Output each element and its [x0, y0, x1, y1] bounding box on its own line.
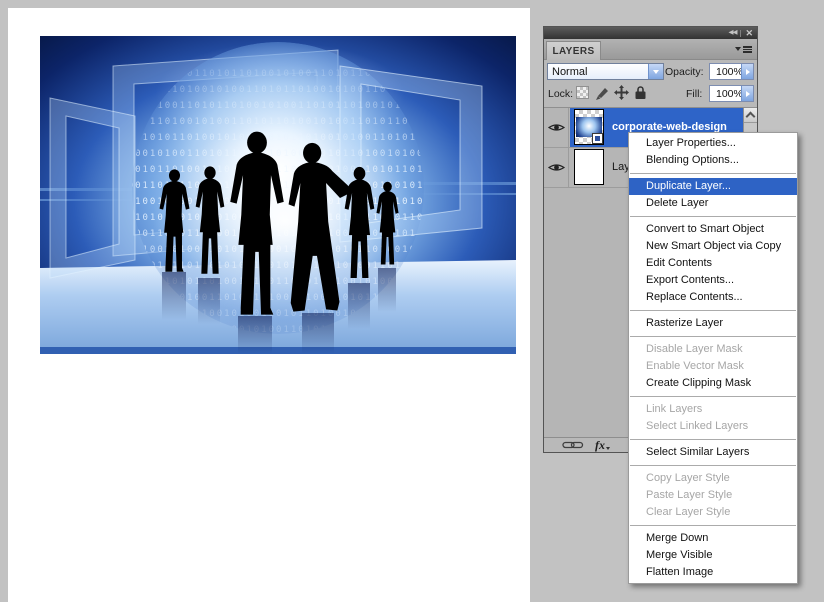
fill-value: 100%	[716, 88, 743, 100]
menu-item-merge-visible[interactable]: Merge Visible	[629, 547, 797, 564]
menu-item-create-clipping-mask[interactable]: Create Clipping Mask	[629, 375, 797, 392]
fill-label: Fill:	[686, 88, 702, 100]
menu-item-blending-options[interactable]: Blending Options...	[629, 152, 797, 169]
blend-mode-value: Normal	[552, 66, 587, 78]
menu-item-link-layers: Link Layers	[629, 401, 797, 418]
menu-item-copy-layer-style: Copy Layer Style	[629, 470, 797, 487]
menu-item-clear-layer-style: Clear Layer Style	[629, 504, 797, 521]
document-canvas-area: 1011010010100110101101001010011010110100…	[8, 8, 530, 602]
layer-thumbnail[interactable]	[574, 149, 604, 185]
menu-item-select-similar-layers[interactable]: Select Similar Layers	[629, 444, 797, 461]
menu-item-delete-layer[interactable]: Delete Layer	[629, 195, 797, 212]
lock-paint-brush-icon[interactable]	[595, 85, 610, 101]
panel-menu-icon[interactable]	[735, 45, 752, 54]
menu-item-edit-contents[interactable]: Edit Contents	[629, 255, 797, 272]
opacity-field[interactable]: 100%	[709, 63, 754, 80]
dock-divider	[740, 30, 741, 37]
blend-mode-select[interactable]: Normal	[547, 63, 664, 80]
menu-item-replace-contents[interactable]: Replace Contents...	[629, 289, 797, 306]
menu-item-paste-layer-style: Paste Layer Style	[629, 487, 797, 504]
menu-separator	[630, 216, 796, 217]
menu-item-disable-layer-mask: Disable Layer Mask	[629, 341, 797, 358]
layer-style-fx-icon[interactable]: fx	[595, 439, 610, 451]
menu-separator	[630, 465, 796, 466]
menu-item-select-linked-layers: Select Linked Layers	[629, 418, 797, 435]
menu-item-layer-properties[interactable]: Layer Properties...	[629, 135, 797, 152]
menu-separator	[630, 439, 796, 440]
smart-object-badge-icon	[592, 133, 603, 144]
lock-transparency-icon[interactable]	[576, 86, 589, 99]
visibility-eye-icon[interactable]	[544, 108, 569, 147]
close-panel-icon[interactable]: ✕	[745, 29, 753, 38]
scroll-up-icon[interactable]	[744, 108, 757, 123]
opacity-arrow-icon[interactable]	[741, 64, 753, 79]
menu-separator	[630, 396, 796, 397]
menu-separator	[630, 336, 796, 337]
visibility-eye-icon[interactable]	[544, 148, 569, 187]
canvas-image[interactable]: 1011010010100110101101001010011010110100…	[40, 36, 516, 354]
opacity-label: Opacity:	[665, 66, 704, 78]
menu-item-convert-to-smart-object[interactable]: Convert to Smart Object	[629, 221, 797, 238]
opacity-value: 100%	[716, 66, 743, 78]
menu-item-export-contents[interactable]: Export Contents...	[629, 272, 797, 289]
link-layers-icon[interactable]	[562, 440, 584, 450]
lock-position-move-icon[interactable]	[614, 85, 629, 100]
fill-field[interactable]: 100%	[709, 85, 754, 102]
application-window: 1011010010100110101101001010011010110100…	[0, 0, 824, 602]
layer-context-menu: Layer Properties...Blending Options... Du…	[628, 132, 798, 584]
menu-separator	[630, 310, 796, 311]
layer-thumbnail[interactable]	[574, 109, 604, 145]
fill-arrow-icon[interactable]	[741, 86, 753, 101]
panel-tab-bar: LAYERS	[544, 39, 757, 60]
menu-item-duplicate-layer[interactable]: Duplicate Layer...	[629, 178, 797, 195]
collapse-to-icons-icon[interactable]: ◀◀	[728, 30, 736, 37]
menu-item-rasterize-layer[interactable]: Rasterize Layer	[629, 315, 797, 332]
menu-item-enable-vector-mask: Enable Vector Mask	[629, 358, 797, 375]
menu-separator	[630, 525, 796, 526]
dock-header: ◀◀ ✕	[544, 27, 757, 39]
menu-separator	[630, 173, 796, 174]
chevron-down-icon[interactable]	[648, 64, 663, 79]
lock-all-padlock-icon[interactable]	[634, 85, 647, 100]
menu-item-flatten-image[interactable]: Flatten Image	[629, 564, 797, 581]
lock-label: Lock:	[548, 88, 573, 100]
tab-layers[interactable]: LAYERS	[546, 41, 601, 60]
menu-item-merge-down[interactable]: Merge Down	[629, 530, 797, 547]
menu-item-new-smart-object-via-copy[interactable]: New Smart Object via Copy	[629, 238, 797, 255]
center-glow	[153, 123, 417, 319]
